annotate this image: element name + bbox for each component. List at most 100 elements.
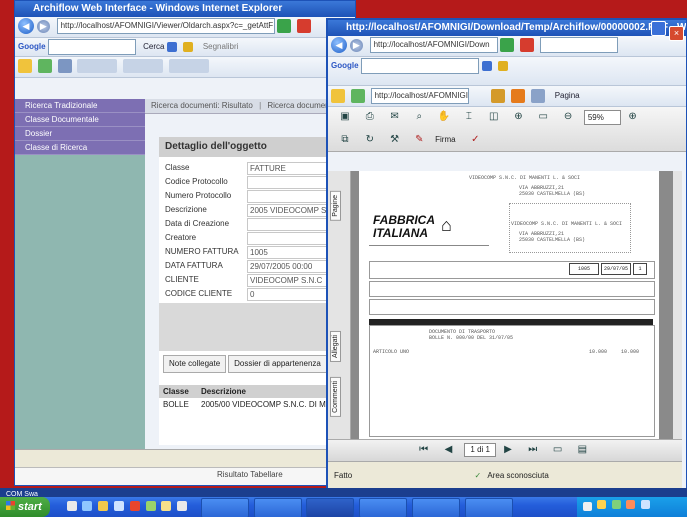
single-page-icon[interactable]: ▭ xyxy=(549,441,567,459)
field-value[interactable] xyxy=(247,232,327,245)
start-button[interactable]: start xyxy=(0,497,50,517)
feed-icon[interactable] xyxy=(511,89,526,103)
find-icon[interactable]: ⌕ xyxy=(410,108,428,126)
pdf-star-icon[interactable] xyxy=(331,89,345,103)
hand-tool-icon[interactable]: ✋ xyxy=(435,108,453,126)
tab-dossier-appartenenza[interactable]: Dossier di appartenenza xyxy=(228,355,327,373)
pdf-address-input[interactable]: http://localhost/AFOMNIGI/Down xyxy=(369,37,498,54)
bookmark-icon[interactable] xyxy=(183,42,194,52)
quicklaunch-icon[interactable] xyxy=(113,501,124,512)
pdf-back-icon[interactable]: ◀ xyxy=(331,37,347,54)
pdf-live-search[interactable] xyxy=(539,37,618,54)
zoom-icon[interactable]: ⊕ xyxy=(509,108,527,126)
quicklaunch-icon[interactable] xyxy=(82,501,93,512)
snapshot-icon[interactable]: ◫ xyxy=(485,108,503,126)
pages-icon[interactable]: ⧉ xyxy=(336,131,354,149)
print-doc-icon[interactable]: ⎙ xyxy=(361,108,379,126)
minimize-icon[interactable] xyxy=(651,21,667,36)
side-tab-allegati[interactable]: Allegati xyxy=(330,331,341,362)
tab-list-icon[interactable] xyxy=(57,59,72,74)
zoom-in-icon[interactable]: ⊕ xyxy=(624,108,642,126)
task-button[interactable] xyxy=(306,498,355,517)
pdf-refresh-icon[interactable] xyxy=(500,38,515,53)
field-value[interactable] xyxy=(247,176,327,189)
forward-icon[interactable]: ▶ xyxy=(36,19,50,33)
quicklaunch-icon[interactable] xyxy=(161,501,172,512)
sign-icon[interactable]: ✎ xyxy=(410,131,428,149)
task-button[interactable] xyxy=(359,498,408,517)
continuous-page-icon[interactable]: ▤ xyxy=(573,441,591,459)
last-page-icon[interactable]: ⏭ xyxy=(524,441,542,459)
sidebar-item-classe-di-ricerca[interactable]: Classe di Ricerca xyxy=(15,141,145,155)
add-favorite-icon[interactable] xyxy=(37,59,52,74)
field-value[interactable] xyxy=(247,218,327,231)
refresh-icon[interactable] xyxy=(277,19,292,34)
tray-icon[interactable] xyxy=(626,499,636,509)
field-value[interactable]: 0 xyxy=(247,288,327,301)
home-icon[interactable] xyxy=(491,89,506,103)
left-address-input[interactable]: http://localhost/AFOMNIGI/Viewer/Oldarch… xyxy=(56,18,275,35)
pdf-bookmark-icon[interactable] xyxy=(497,61,508,71)
tray-icon[interactable] xyxy=(596,499,606,509)
pdf-add-favorite-icon[interactable] xyxy=(350,89,365,103)
field-value[interactable]: VIDEOCOMP S.N.C xyxy=(247,274,327,287)
column-header-classe[interactable]: Classe xyxy=(159,385,197,398)
page-indicator[interactable]: 1 di 1 xyxy=(464,443,497,458)
menu-cerca[interactable]: Cerca xyxy=(143,38,164,56)
bottom-tab-label[interactable]: Risultato Tabellare xyxy=(217,470,283,479)
email-icon[interactable]: ✉ xyxy=(386,108,404,126)
print-icon[interactable] xyxy=(530,89,545,103)
page-icon-2[interactable] xyxy=(123,59,164,74)
tools-icon[interactable]: ⚒ xyxy=(386,131,404,149)
quicklaunch-icon[interactable] xyxy=(129,501,140,512)
quicklaunch-icon[interactable] xyxy=(145,501,156,512)
sidebar-item-ricerca-tradizionale[interactable]: Ricerca Tradizionale xyxy=(15,99,145,113)
rotate-icon[interactable]: ↻ xyxy=(361,131,379,149)
tab-note-collegate[interactable]: Note collegate xyxy=(163,355,227,373)
side-tab-pagine[interactable]: Pagine xyxy=(330,191,341,221)
task-button[interactable] xyxy=(464,498,513,517)
column-header-descrizione[interactable]: Descrizione xyxy=(197,385,246,398)
breadcrumb-item-1[interactable]: Ricerca documenti: Risultato xyxy=(151,101,253,110)
search-icon[interactable] xyxy=(167,42,178,52)
pagina-menu[interactable]: Pagina xyxy=(555,86,580,106)
task-button[interactable] xyxy=(253,498,302,517)
close-icon[interactable]: × xyxy=(669,26,684,41)
tray-icon[interactable] xyxy=(583,502,592,511)
pdf-stop-icon[interactable] xyxy=(520,38,535,53)
quicklaunch-icon[interactable] xyxy=(98,501,109,512)
sidebar-item-dossier[interactable]: Dossier xyxy=(15,127,145,141)
sidebar-item-classe-documentale[interactable]: Classe Documentale xyxy=(15,113,145,127)
save-icon[interactable]: ▣ xyxy=(336,108,354,126)
quicklaunch-icon[interactable] xyxy=(66,501,77,512)
field-value[interactable]: 2005 VIDEOCOMP S xyxy=(247,204,327,217)
zoom-field[interactable]: 59% xyxy=(583,109,621,125)
review-icon[interactable]: ✓ xyxy=(466,131,484,149)
tray-icon[interactable] xyxy=(641,499,651,509)
pdf-tab-label[interactable]: http://localhost/AFOMNIGI xyxy=(370,88,469,104)
firma-button[interactable]: Firma xyxy=(435,135,455,144)
page-icon-3[interactable] xyxy=(168,59,209,74)
next-page-icon[interactable]: ▶ xyxy=(499,441,517,459)
pdf-search-icon[interactable] xyxy=(482,61,493,71)
menu-segnalibri[interactable]: Segnalibri xyxy=(203,38,239,56)
back-icon[interactable]: ◀ xyxy=(18,18,34,35)
task-button[interactable] xyxy=(412,498,460,517)
stop-icon[interactable] xyxy=(297,19,312,34)
task-button[interactable] xyxy=(200,498,249,517)
page-icon[interactable] xyxy=(77,59,118,74)
zoom-out-icon[interactable]: ⊖ xyxy=(559,108,577,126)
field-value[interactable]: 29/07/2005 00:00 xyxy=(247,260,327,273)
star-icon[interactable] xyxy=(18,59,32,74)
field-value[interactable]: 1005 xyxy=(247,246,327,259)
pdf-google-search[interactable] xyxy=(361,58,480,74)
field-value[interactable]: FATTURE xyxy=(247,162,327,175)
first-page-icon[interactable]: ⏮ xyxy=(415,441,433,459)
prev-page-icon[interactable]: ◀ xyxy=(439,441,457,459)
pdf-vertical-scrollbar[interactable] xyxy=(673,171,682,439)
fit-page-icon[interactable]: ▭ xyxy=(534,108,552,126)
pdf-forward-icon[interactable]: ▶ xyxy=(349,38,363,52)
left-google-search[interactable] xyxy=(48,39,137,55)
quicklaunch-icon[interactable] xyxy=(177,501,188,512)
field-value[interactable] xyxy=(247,190,327,203)
